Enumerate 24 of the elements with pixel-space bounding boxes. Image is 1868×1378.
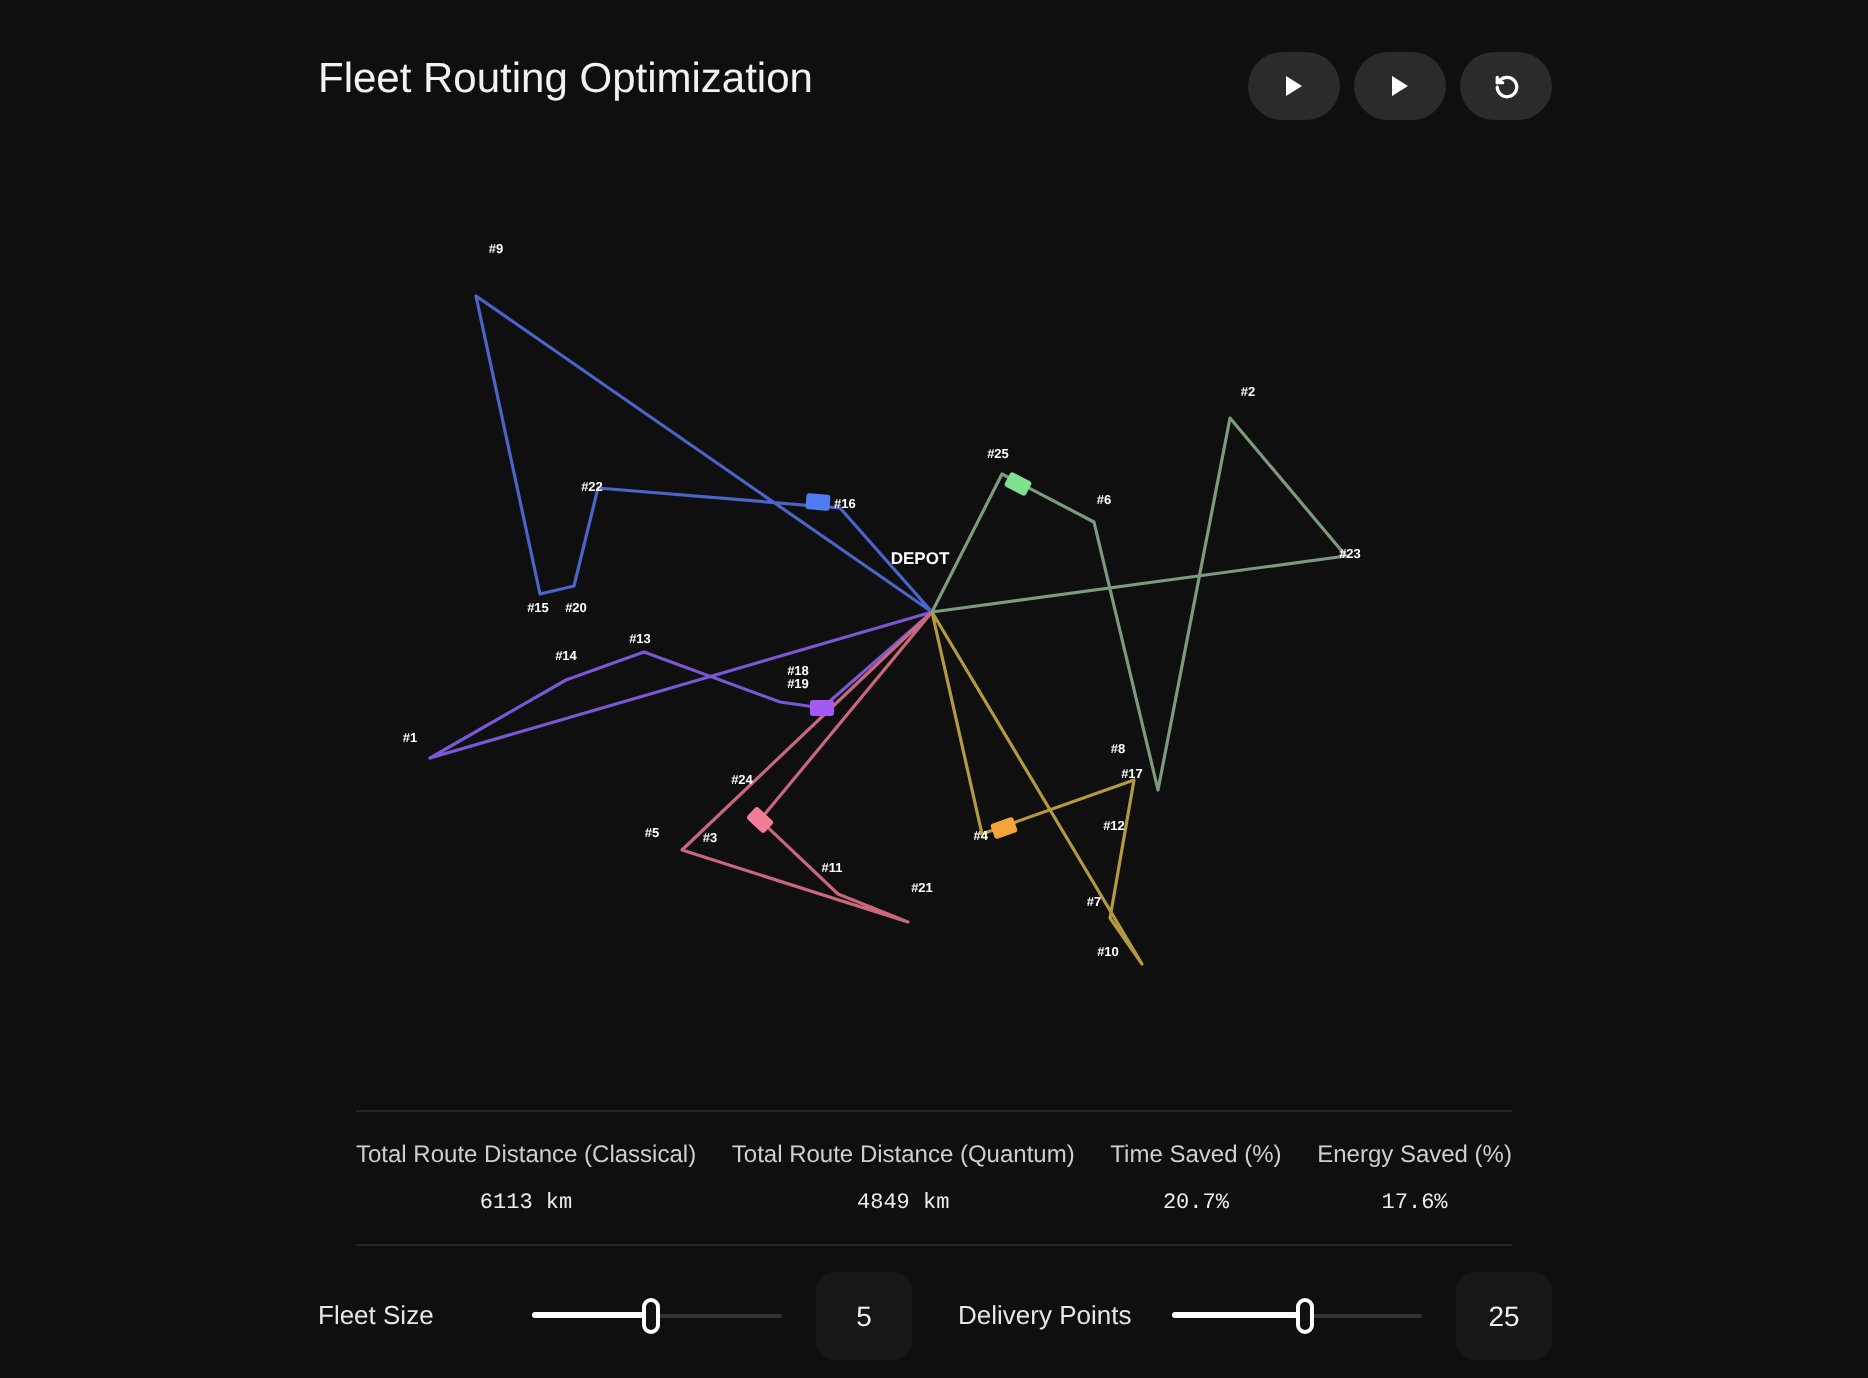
value-readout: 5: [816, 1272, 912, 1360]
play-button[interactable]: [1354, 52, 1446, 120]
slider-thumb[interactable]: [1295, 1298, 1313, 1334]
stat-label: Total Route Distance (Classical): [356, 1138, 697, 1170]
stat-value: 4849 km: [857, 1190, 950, 1218]
stat-label: Time Saved (%): [1110, 1138, 1282, 1170]
play-button[interactable]: [1248, 52, 1340, 120]
slider-thumb[interactable]: [642, 1298, 661, 1334]
value-readout: 25: [1456, 1272, 1552, 1360]
slider-track[interactable]: [532, 1298, 782, 1334]
control-label: Fleet Size: [318, 1298, 436, 1335]
page-title: Fleet Routing Optimization: [318, 54, 813, 106]
depot-label: DEPOT: [890, 548, 950, 568]
play-icon: [1392, 76, 1408, 96]
reset-button[interactable]: [1460, 52, 1552, 120]
stat-value: 17.6%: [1381, 1190, 1448, 1218]
stat-label: Energy Saved (%): [1317, 1138, 1512, 1170]
control-label: Delivery Points: [958, 1298, 1134, 1335]
reset-icon: [1493, 73, 1519, 99]
stat-value: 20.7%: [1162, 1190, 1229, 1218]
slider-track[interactable]: [1172, 1298, 1422, 1334]
play-icon: [1286, 76, 1302, 96]
stat-value: 6113 km: [479, 1190, 573, 1218]
stat-label: Total Route Distance (Quantum): [731, 1138, 1075, 1170]
